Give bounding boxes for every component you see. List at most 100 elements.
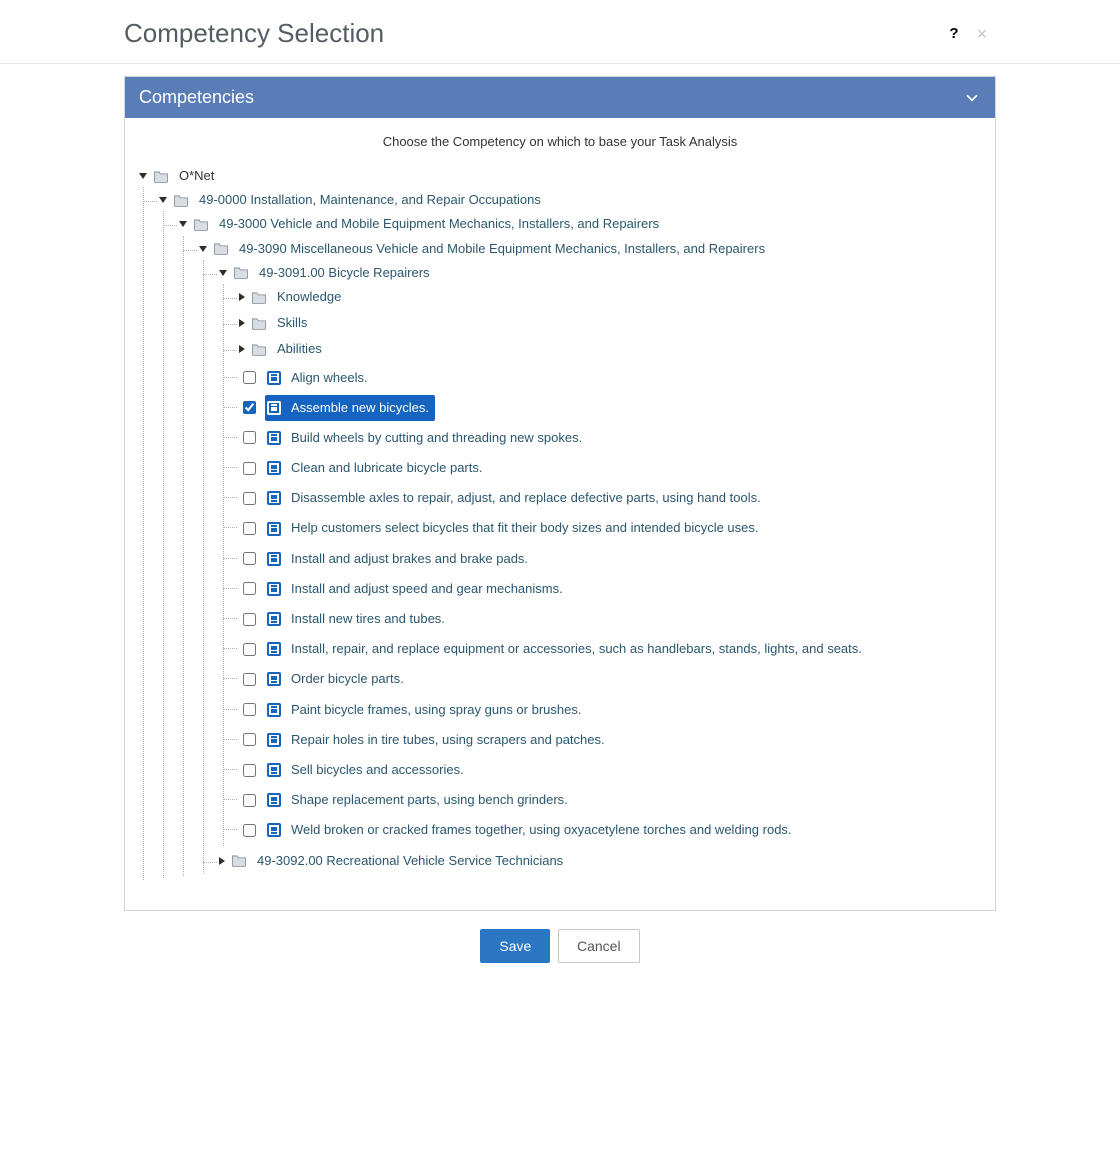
tree-leaf[interactable]: Clean and lubricate bicycle parts.: [265, 455, 489, 481]
tree-node-row: Build wheels by cutting and threading ne…: [239, 425, 981, 451]
competency-checkbox[interactable]: [243, 613, 256, 626]
tree-node-row: Order bicycle parts.: [239, 666, 981, 692]
folder-icon: [231, 854, 247, 867]
competency-checkbox[interactable]: [243, 431, 256, 444]
tree-leaf[interactable]: Install, repair, and replace equipment o…: [265, 636, 868, 662]
tree-node: Paint bicycle frames, using spray guns o…: [239, 695, 981, 725]
cancel-button[interactable]: Cancel: [558, 929, 640, 963]
tree-leaf[interactable]: Install and adjust speed and gear mechan…: [265, 576, 569, 602]
tree-leaf[interactable]: Install and adjust brakes and brake pads…: [265, 546, 534, 572]
tree-leaf[interactable]: Help customers select bicycles that fit …: [265, 515, 765, 541]
document-icon: [267, 582, 281, 596]
dialog-header: Competency Selection ? ×: [0, 0, 1120, 64]
document-icon: [267, 793, 281, 807]
tree-node: 49-3090 Miscellaneous Vehicle and Mobile…: [199, 236, 981, 876]
tree-node-label[interactable]: Align wheels.: [287, 367, 372, 389]
tree-leaf[interactable]: Build wheels by cutting and threading ne…: [265, 425, 588, 451]
competency-checkbox[interactable]: [243, 824, 256, 837]
tree-node-label[interactable]: Help customers select bicycles that fit …: [287, 517, 763, 539]
tree-leaf[interactable]: Shape replacement parts, using bench gri…: [265, 787, 574, 813]
dialog-title: Competency Selection: [124, 18, 940, 49]
competency-selection-dialog: Competency Selection ? × Competencies Ch…: [0, 0, 1120, 993]
tree-node-label[interactable]: Knowledge: [273, 286, 345, 308]
tree-node-label[interactable]: Install, repair, and replace equipment o…: [287, 638, 866, 660]
tree-leaf[interactable]: Disassemble axles to repair, adjust, and…: [265, 485, 767, 511]
caret-right-icon[interactable]: [239, 319, 245, 327]
tree-node: Knowledge: [239, 284, 981, 310]
competency-checkbox[interactable]: [243, 764, 256, 777]
caret-down-icon[interactable]: [219, 270, 227, 276]
tree-node-label[interactable]: Repair holes in tire tubes, using scrape…: [287, 729, 609, 751]
tree-node-label[interactable]: Install and adjust speed and gear mechan…: [287, 578, 567, 600]
panel-title: Competencies: [139, 87, 963, 108]
document-icon: [267, 522, 281, 536]
tree-node-label[interactable]: 49-3090 Miscellaneous Vehicle and Mobile…: [235, 238, 769, 260]
tree-node: Clean and lubricate bicycle parts.: [239, 453, 981, 483]
competency-checkbox[interactable]: [243, 582, 256, 595]
tree-leaf[interactable]: Sell bicycles and accessories.: [265, 757, 470, 783]
tree-node-row: 49-3090 Miscellaneous Vehicle and Mobile…: [199, 238, 981, 260]
tree-node-label[interactable]: Paint bicycle frames, using spray guns o…: [287, 699, 585, 721]
tree-node-label[interactable]: Skills: [273, 312, 311, 334]
tree-leaf[interactable]: Install new tires and tubes.: [265, 606, 451, 632]
tree-leaf[interactable]: Repair holes in tire tubes, using scrape…: [265, 727, 611, 753]
competency-checkbox[interactable]: [243, 492, 256, 505]
caret-down-icon[interactable]: [179, 221, 187, 227]
tree-leaf[interactable]: Weld broken or cracked frames together, …: [265, 817, 798, 843]
tree-node-row: Shape replacement parts, using bench gri…: [239, 787, 981, 813]
competency-checkbox[interactable]: [243, 643, 256, 656]
caret-down-icon[interactable]: [199, 246, 207, 252]
panel-header[interactable]: Competencies: [125, 77, 995, 118]
document-icon: [267, 823, 281, 837]
document-icon: [267, 401, 281, 415]
tree-node-label[interactable]: O*Net: [175, 165, 218, 187]
tree-node-label[interactable]: Order bicycle parts.: [287, 668, 408, 690]
competency-checkbox[interactable]: [243, 733, 256, 746]
tree-node-label[interactable]: Build wheels by cutting and threading ne…: [287, 427, 586, 449]
tree-node-label[interactable]: Shape replacement parts, using bench gri…: [287, 789, 572, 811]
tree-node-label[interactable]: 49-3092.00 Recreational Vehicle Service …: [253, 850, 567, 872]
tree-node-label[interactable]: Sell bicycles and accessories.: [287, 759, 468, 781]
folder-icon: [213, 242, 229, 255]
caret-down-icon[interactable]: [139, 173, 147, 179]
tree-node-label[interactable]: Disassemble axles to repair, adjust, and…: [287, 487, 765, 509]
document-icon: [267, 642, 281, 656]
tree-node-label[interactable]: Assemble new bicycles.: [287, 397, 433, 419]
folder-icon: [173, 194, 189, 207]
tree-node-label[interactable]: Install new tires and tubes.: [287, 608, 449, 630]
tree-node-row: Skills: [239, 312, 981, 334]
tree-node-label[interactable]: 49-3091.00 Bicycle Repairers: [255, 262, 434, 284]
competency-checkbox[interactable]: [243, 462, 256, 475]
competency-checkbox[interactable]: [243, 401, 256, 414]
caret-down-icon[interactable]: [159, 197, 167, 203]
tree-node-label[interactable]: Clean and lubricate bicycle parts.: [287, 457, 487, 479]
competency-checkbox[interactable]: [243, 522, 256, 535]
help-icon[interactable]: ?: [940, 25, 968, 42]
tree-leaf[interactable]: Align wheels.: [265, 365, 374, 391]
tree-node-label[interactable]: Abilities: [273, 338, 326, 360]
document-icon: [267, 552, 281, 566]
caret-right-icon[interactable]: [219, 857, 225, 865]
save-button[interactable]: Save: [480, 929, 550, 963]
tree-leaf[interactable]: Paint bicycle frames, using spray guns o…: [265, 697, 587, 723]
tree-leaf[interactable]: Order bicycle parts.: [265, 666, 410, 692]
tree-node: 49-3092.00 Recreational Vehicle Service …: [219, 848, 981, 874]
tree-node: Shape replacement parts, using bench gri…: [239, 785, 981, 815]
close-icon[interactable]: ×: [968, 25, 996, 43]
competency-checkbox[interactable]: [243, 552, 256, 565]
competency-checkbox[interactable]: [243, 371, 256, 384]
caret-right-icon[interactable]: [239, 293, 245, 301]
tree-node-label[interactable]: Install and adjust brakes and brake pads…: [287, 548, 532, 570]
tree-node-row: Disassemble axles to repair, adjust, and…: [239, 485, 981, 511]
competency-checkbox[interactable]: [243, 794, 256, 807]
tree-node-label[interactable]: Weld broken or cracked frames together, …: [287, 819, 796, 841]
tree-node-row: Knowledge: [239, 286, 981, 308]
tree-leaf[interactable]: Assemble new bicycles.: [265, 395, 435, 421]
caret-right-icon[interactable]: [239, 345, 245, 353]
folder-icon: [251, 343, 267, 356]
competency-checkbox[interactable]: [243, 703, 256, 716]
competency-checkbox[interactable]: [243, 673, 256, 686]
tree-node-label[interactable]: 49-3000 Vehicle and Mobile Equipment Mec…: [215, 213, 663, 235]
folder-icon: [251, 317, 267, 330]
tree-node-label[interactable]: 49-0000 Installation, Maintenance, and R…: [195, 189, 545, 211]
